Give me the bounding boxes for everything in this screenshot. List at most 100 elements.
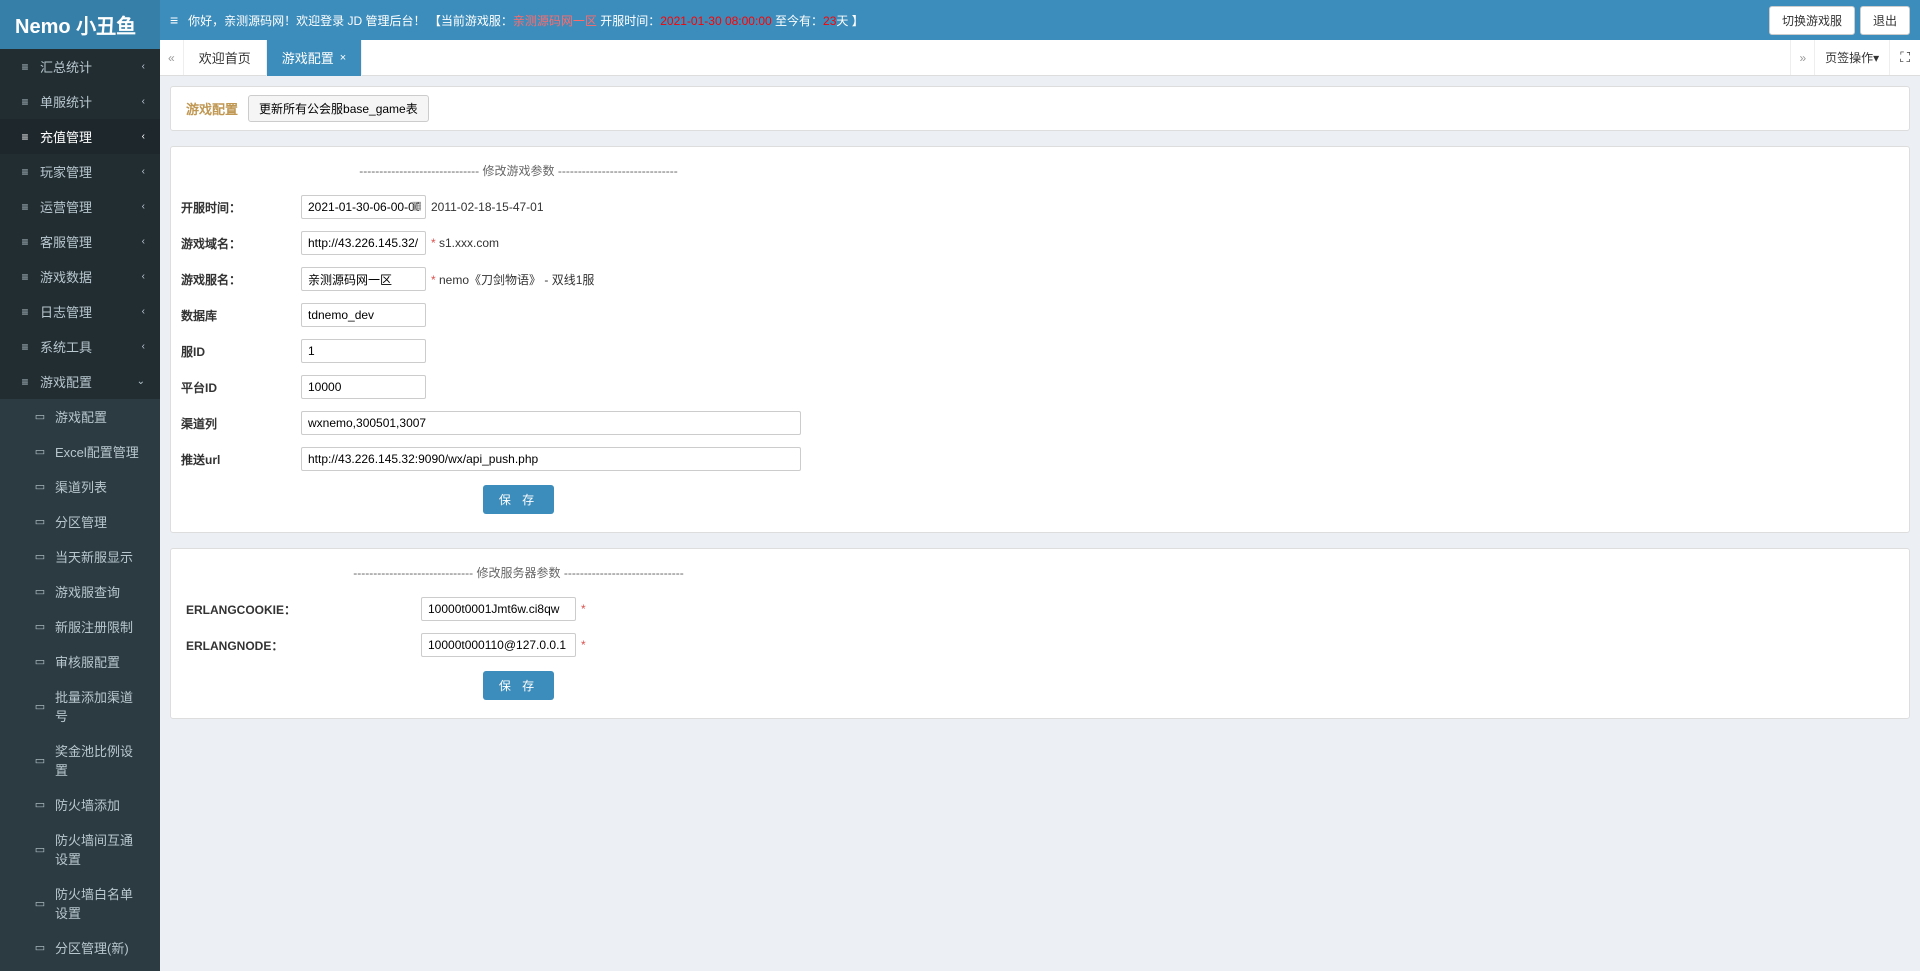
tab-home[interactable]: 欢迎首页 [184, 40, 267, 76]
menu-toggle-icon[interactable]: ≡ [170, 12, 178, 28]
file-icon: ▭ [33, 515, 47, 528]
close-icon[interactable]: × [340, 52, 346, 64]
page-title: 游戏配置 [186, 99, 238, 118]
nav-sub-gameconfig: ▭游戏配置 ▭Excel配置管理 ▭渠道列表 ▭分区管理 ▭当天新服显示 ▭游戏… [0, 399, 160, 971]
update-guild-button[interactable]: 更新所有公会服base_game表 [248, 95, 429, 122]
erlang-node-label: ERLANGNODE： [181, 637, 421, 654]
file-icon: ▭ [33, 655, 47, 668]
erlang-cookie-input[interactable] [421, 597, 576, 621]
nav-ops[interactable]: ≡运营管理‹ [0, 189, 160, 224]
chevron-left-icon: ‹ [142, 61, 145, 72]
chevron-left-icon: ‹ [142, 306, 145, 317]
tab-gameconfig[interactable]: 游戏配置× [267, 40, 362, 76]
page-header-panel: 游戏配置 更新所有公会服base_game表 [170, 86, 1910, 131]
list-icon: ≡ [18, 200, 32, 214]
save-server-params-button[interactable]: 保 存 [483, 671, 554, 700]
file-icon: ▭ [33, 754, 47, 767]
nav-gameconfig[interactable]: ≡游戏配置⌄ [0, 364, 160, 399]
push-input[interactable] [301, 447, 801, 471]
nav-gamedata[interactable]: ≡游戏数据‹ [0, 259, 160, 294]
channel-input[interactable] [301, 411, 801, 435]
chevron-left-icon: ‹ [142, 341, 145, 352]
sub-excel[interactable]: ▭Excel配置管理 [0, 434, 160, 469]
tab-scroll-right[interactable]: » [1790, 40, 1814, 75]
server-name-input[interactable] [301, 267, 426, 291]
sub-guild[interactable]: ▭公会设置 [0, 965, 160, 971]
file-icon: ▭ [33, 700, 47, 713]
list-icon: ≡ [18, 340, 32, 354]
form2-title: ------------------------------ 修改服务器参数 -… [171, 559, 866, 591]
file-icon: ▭ [33, 480, 47, 493]
chevron-left-icon: ‹ [142, 236, 145, 247]
nav-player[interactable]: ≡玩家管理‹ [0, 154, 160, 189]
list-icon: ≡ [18, 305, 32, 319]
sub-today-server[interactable]: ▭当天新服显示 [0, 539, 160, 574]
server-name-label: 游戏服名： [181, 271, 301, 288]
pid-input[interactable] [301, 375, 426, 399]
topbar: ≡ 你好，亲测源码网！欢迎登录 JD 管理后台！ 【当前游戏服：亲测源码网一区 … [160, 0, 1920, 40]
save-game-params-button[interactable]: 保 存 [483, 485, 554, 514]
file-icon: ▭ [33, 620, 47, 633]
domain-input[interactable] [301, 231, 426, 255]
channel-label: 渠道列 [181, 415, 301, 432]
content: 游戏配置 更新所有公会服base_game表 -----------------… [160, 76, 1920, 971]
db-input[interactable] [301, 303, 426, 327]
file-icon: ▭ [33, 410, 47, 423]
open-time-input[interactable] [301, 195, 426, 219]
nav-summary[interactable]: ≡汇总统计‹ [0, 49, 160, 84]
switch-server-button[interactable]: 切换游戏服 [1769, 6, 1855, 35]
nav-log[interactable]: ≡日志管理‹ [0, 294, 160, 329]
file-icon: ▭ [33, 897, 47, 910]
chevron-left-icon: ‹ [142, 96, 145, 107]
sub-channel-list[interactable]: ▭渠道列表 [0, 469, 160, 504]
file-icon: ▭ [33, 843, 47, 856]
list-icon: ≡ [18, 60, 32, 74]
list-icon: ≡ [18, 165, 32, 179]
pid-label: 平台ID [181, 379, 301, 396]
required-mark: * [581, 602, 586, 616]
list-icon: ≡ [18, 95, 32, 109]
sub-firewall-inter[interactable]: ▭防火墙间互通设置 [0, 822, 160, 876]
open-time-hint: 2011-02-18-15-47-01 [431, 200, 544, 214]
erlang-node-input[interactable] [421, 633, 576, 657]
chevron-left-icon: ‹ [142, 166, 145, 177]
sub-firewall-add[interactable]: ▭防火墙添加 [0, 787, 160, 822]
nav-cs[interactable]: ≡客服管理‹ [0, 224, 160, 259]
sub-zone-new[interactable]: ▭分区管理(新) [0, 930, 160, 965]
db-label: 数据库 [181, 307, 301, 324]
nav-tools[interactable]: ≡系统工具‹ [0, 329, 160, 364]
sub-game-config[interactable]: ▭游戏配置 [0, 399, 160, 434]
push-label: 推送url [181, 451, 301, 468]
fullscreen-icon[interactable]: ⛶ [1889, 40, 1920, 75]
sub-reg-limit[interactable]: ▭新服注册限制 [0, 609, 160, 644]
tab-ops-dropdown[interactable]: 页签操作▾ [1814, 40, 1889, 75]
form1-title: ------------------------------ 修改游戏参数 --… [171, 157, 866, 189]
list-icon: ≡ [18, 375, 32, 389]
file-icon: ▭ [33, 798, 47, 811]
list-icon: ≡ [18, 130, 32, 144]
sid-input[interactable] [301, 339, 426, 363]
file-icon: ▭ [33, 585, 47, 598]
sub-zone[interactable]: ▭分区管理 [0, 504, 160, 539]
nav-recharge[interactable]: ≡充值管理‹ [0, 119, 160, 154]
file-icon: ▭ [33, 445, 47, 458]
tab-scroll-left[interactable]: « [160, 40, 184, 75]
sub-audit-server[interactable]: ▭审核服配置 [0, 644, 160, 679]
nav-single[interactable]: ≡单服统计‹ [0, 84, 160, 119]
sub-server-query[interactable]: ▭游戏服查询 [0, 574, 160, 609]
open-time-label: 开服时间： [181, 199, 301, 216]
erlang-cookie-label: ERLANGCOOKIE： [181, 601, 421, 618]
chevron-left-icon: ‹ [142, 131, 145, 142]
logout-button[interactable]: 退出 [1860, 6, 1910, 35]
game-params-panel: ------------------------------ 修改游戏参数 --… [170, 146, 1910, 533]
chevron-down-icon: ⌄ [137, 376, 145, 387]
list-icon: ≡ [18, 235, 32, 249]
tabbar: « 欢迎首页 游戏配置× » 页签操作▾ ⛶ [160, 40, 1920, 76]
sub-firewall-white[interactable]: ▭防火墙白名单设置 [0, 876, 160, 930]
sub-batch-channel[interactable]: ▭批量添加渠道号 [0, 679, 160, 733]
main-area: ≡ 你好，亲测源码网！欢迎登录 JD 管理后台！ 【当前游戏服：亲测源码网一区 … [160, 0, 1920, 971]
caret-down-icon: ▾ [1873, 51, 1879, 65]
sub-bonus-ratio[interactable]: ▭奖金池比例设置 [0, 733, 160, 787]
nav-main: ≡汇总统计‹ ≡单服统计‹ ≡充值管理‹ ≡玩家管理‹ ≡运营管理‹ ≡客服管理… [0, 49, 160, 399]
chevron-left-icon: ‹ [142, 201, 145, 212]
